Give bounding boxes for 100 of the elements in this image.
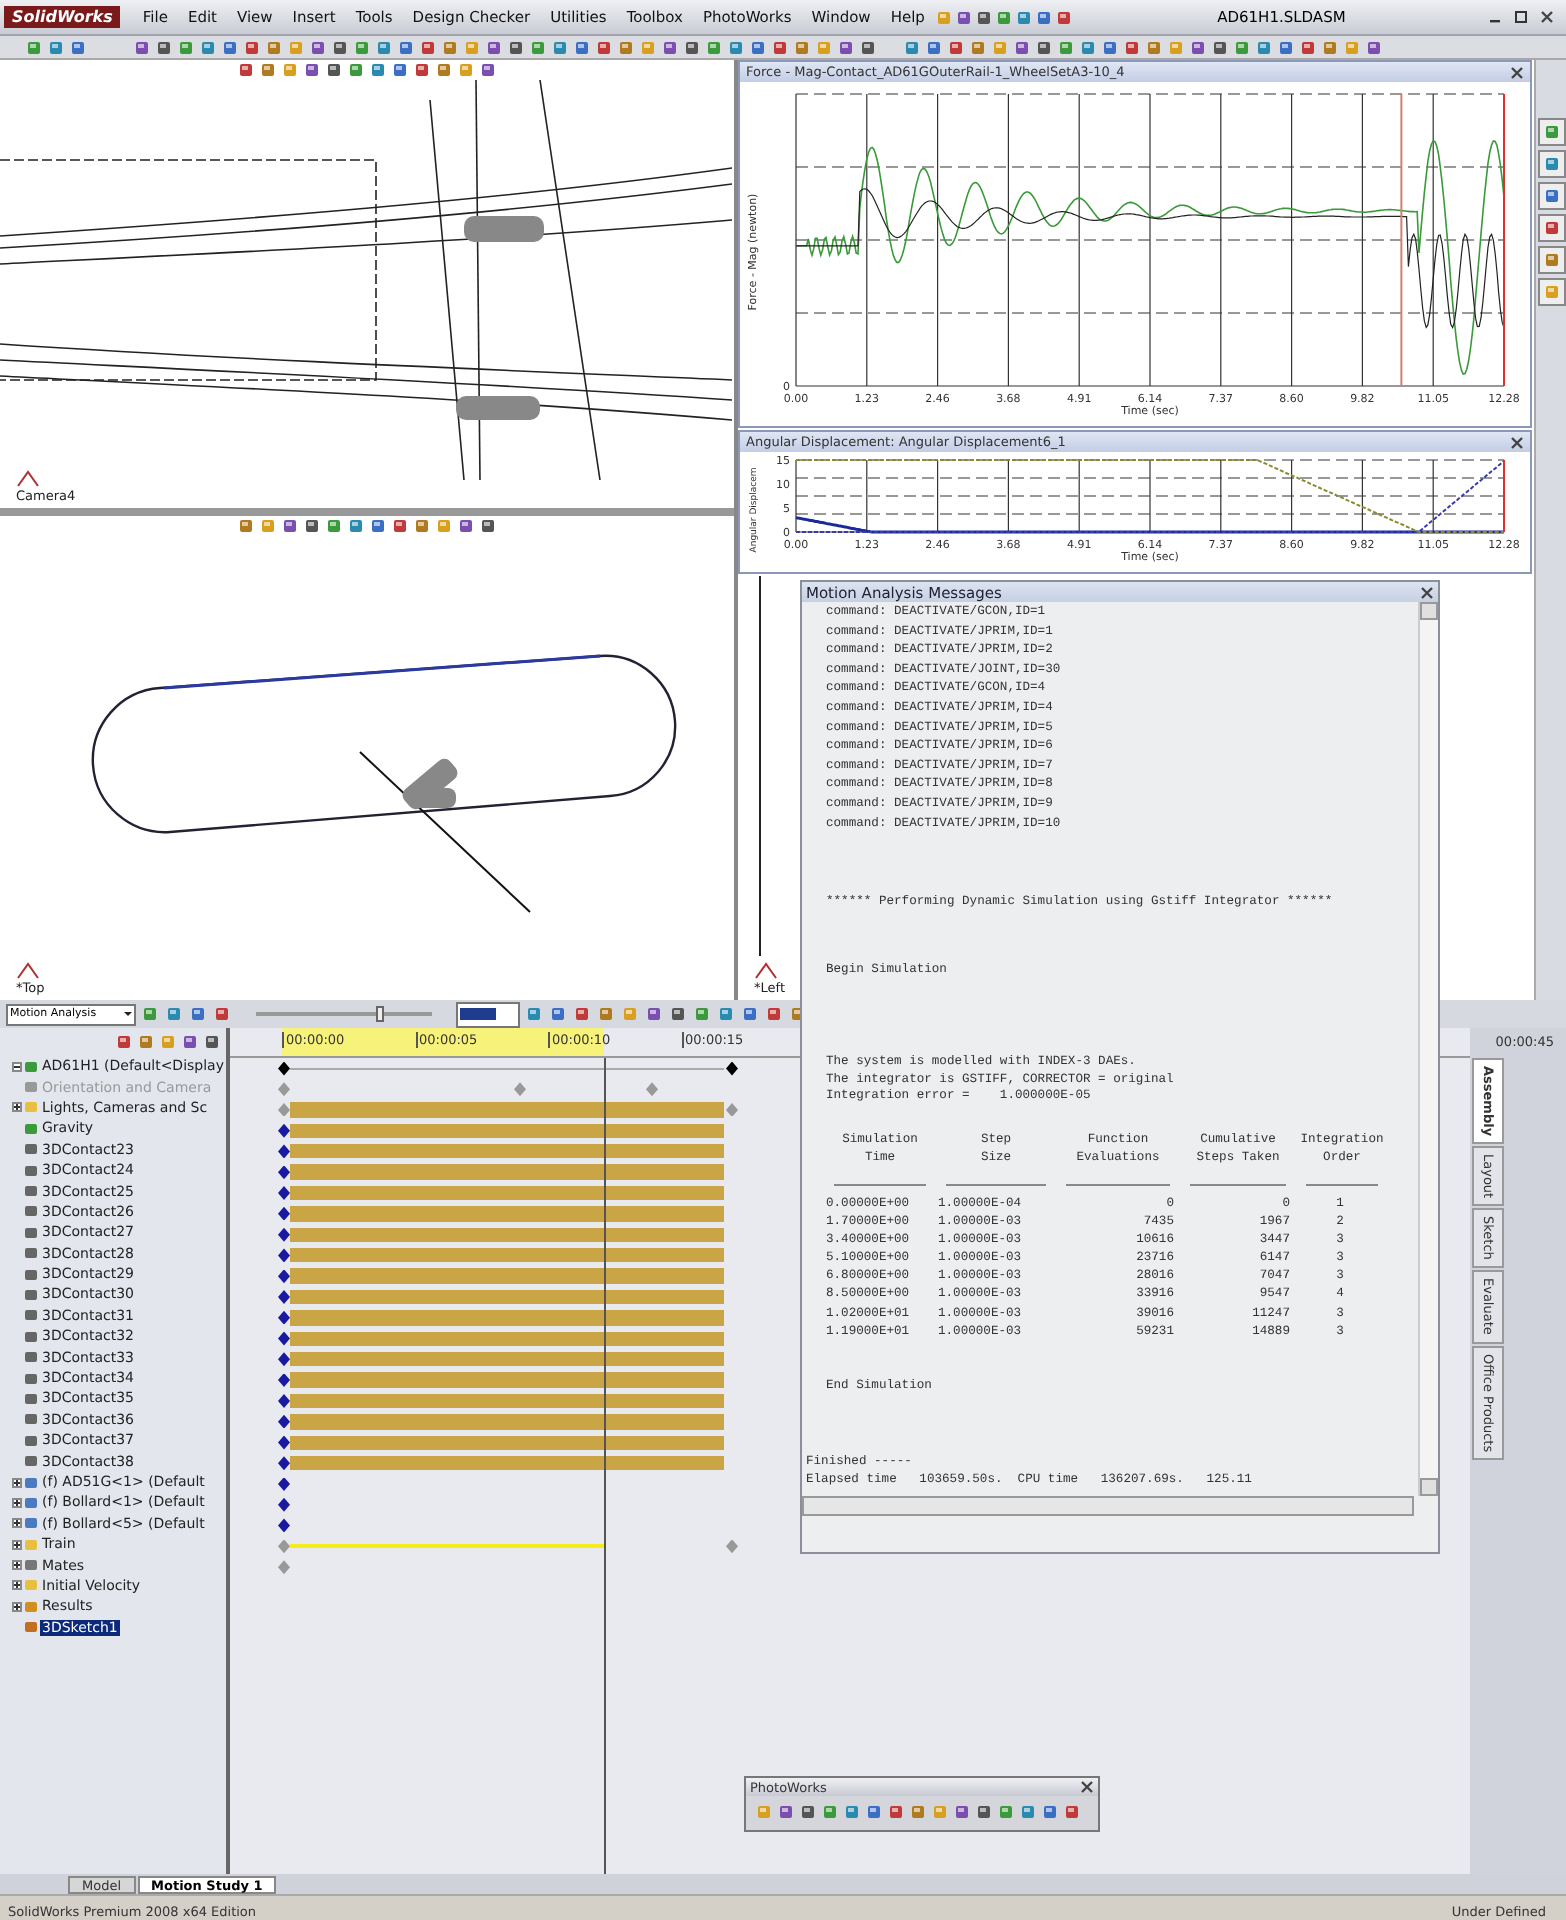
toolbar-icon[interactable] (1034, 7, 1055, 27)
toolbar-icon[interactable] (68, 37, 88, 57)
toolbar-icon[interactable] (484, 37, 504, 57)
view-toolbar-icon[interactable] (346, 60, 367, 80)
key-point-icon[interactable] (278, 1373, 290, 1388)
task-pane-icon[interactable] (1537, 214, 1566, 242)
toolbar-icon[interactable] (374, 37, 394, 57)
view-toolbar-icon[interactable] (368, 60, 389, 80)
key-point-icon[interactable] (278, 1165, 290, 1180)
toolbar-icon[interactable] (704, 37, 724, 57)
key-point-icon[interactable] (278, 1248, 290, 1263)
filter-icon[interactable] (202, 1032, 222, 1052)
key-point-icon[interactable] (278, 1289, 290, 1304)
filter-icon[interactable] (180, 1032, 200, 1052)
toolbar-icon[interactable] (994, 7, 1015, 27)
toolbar-icon[interactable] (140, 1004, 160, 1024)
key-point-icon[interactable] (278, 1061, 290, 1076)
maximize-icon[interactable] (1514, 10, 1528, 24)
toolbar-icon[interactable] (1210, 37, 1230, 57)
view-toolbar-icon[interactable] (280, 516, 301, 536)
toolbar-icon[interactable] (396, 37, 416, 57)
view-toolbar-icon[interactable] (302, 60, 323, 80)
view-toolbar-icon[interactable] (390, 516, 411, 536)
expand-toggle-icon[interactable] (12, 1477, 22, 1487)
toolbar-icon[interactable] (242, 37, 262, 57)
view-toolbar-icon[interactable] (478, 60, 499, 80)
key-point-icon[interactable] (278, 1123, 290, 1138)
toolbar-icon[interactable] (188, 1004, 208, 1024)
close-icon[interactable] (1080, 1780, 1094, 1794)
key-point-icon[interactable] (278, 1144, 290, 1159)
expand-toggle-icon[interactable] (12, 1539, 22, 1550)
key-point-icon[interactable] (278, 1227, 290, 1242)
toolbar-icon[interactable] (308, 37, 328, 57)
toolbar-icon[interactable] (668, 1004, 688, 1024)
toolbar-icon[interactable] (740, 1004, 760, 1024)
key-point-icon[interactable] (278, 1269, 290, 1284)
toolbar-icon[interactable] (954, 7, 975, 27)
toolbar-icon[interactable] (1254, 37, 1274, 57)
toolbar-icon[interactable] (924, 37, 944, 57)
view-toolbar-icon[interactable] (236, 60, 257, 80)
toolbar-icon[interactable] (1062, 1802, 1082, 1822)
view-toolbar-icon[interactable] (258, 60, 279, 80)
key-point-icon[interactable] (278, 1435, 290, 1450)
toolbar-icon[interactable] (528, 37, 548, 57)
toolbar-icon[interactable] (1100, 37, 1120, 57)
toolbar-icon[interactable] (660, 37, 680, 57)
horizontal-scrollbar[interactable] (802, 1496, 1414, 1516)
toolbar-icon[interactable] (440, 37, 460, 57)
toolbar-icon[interactable] (264, 37, 284, 57)
close-icon[interactable] (1540, 10, 1554, 24)
close-icon[interactable] (1420, 585, 1434, 599)
toolbar-icon[interactable] (572, 37, 592, 57)
toolbar-icon[interactable] (46, 37, 66, 57)
toolbar-icon[interactable] (1034, 37, 1054, 57)
toolbar-icon[interactable] (836, 37, 856, 57)
toolbar-icon[interactable] (692, 1004, 712, 1024)
toolbar-icon[interactable] (1014, 7, 1035, 27)
expand-toggle-icon[interactable] (12, 1497, 22, 1508)
toolbar-icon[interactable] (716, 1004, 736, 1024)
toolbar-icon[interactable] (1232, 37, 1252, 57)
view-toolbar-icon[interactable] (236, 516, 257, 536)
toolbar-icon[interactable] (974, 1802, 994, 1822)
task-pane-icon[interactable] (1537, 182, 1566, 210)
task-pane-icon[interactable] (1537, 118, 1566, 146)
toolbar-icon[interactable] (776, 1802, 796, 1822)
toolbar-icon[interactable] (908, 1802, 928, 1822)
toolbar-icon[interactable] (1054, 7, 1075, 27)
toolbar-icon[interactable] (864, 1802, 884, 1822)
toolbar-icon[interactable] (1012, 37, 1032, 57)
view-toolbar-icon[interactable] (346, 516, 367, 536)
toolbar-icon[interactable] (726, 37, 746, 57)
toolbar-icon[interactable] (946, 37, 966, 57)
toolbar-icon[interactable] (798, 1802, 818, 1822)
toolbar-icon[interactable] (1298, 37, 1318, 57)
toolbar-icon[interactable] (1276, 37, 1296, 57)
close-icon[interactable] (1510, 65, 1525, 79)
expand-toggle-icon[interactable] (12, 1580, 22, 1591)
key-point-icon[interactable] (278, 1497, 290, 1512)
toolbar-icon[interactable] (842, 1802, 862, 1822)
toolbar-icon[interactable] (198, 37, 218, 57)
key-point-icon[interactable] (278, 1477, 290, 1491)
view-toolbar-icon[interactable] (478, 516, 499, 536)
expand-toggle-icon[interactable] (12, 1061, 22, 1072)
view-toolbar-icon[interactable] (412, 516, 433, 536)
toolbar-icon[interactable] (330, 37, 350, 57)
toolbar-icon[interactable] (1040, 1802, 1060, 1822)
key-point-icon[interactable] (278, 1310, 290, 1325)
toolbar-icon[interactable] (596, 1004, 616, 1024)
toolbar-icon[interactable] (858, 37, 878, 57)
toolbar-icon[interactable] (952, 1802, 972, 1822)
task-pane-icon[interactable] (1537, 150, 1566, 178)
toolbar-icon[interactable] (176, 37, 196, 57)
toolbar-icon[interactable] (212, 1004, 232, 1024)
playback-speed-field[interactable] (456, 1001, 520, 1027)
toolbar-icon[interactable] (24, 37, 44, 57)
toolbar-icon[interactable] (1144, 37, 1164, 57)
toolbar-icon[interactable] (974, 7, 995, 27)
filter-icon[interactable] (136, 1032, 156, 1052)
key-point-icon[interactable] (278, 1331, 290, 1346)
toolbar-icon[interactable] (770, 37, 790, 57)
